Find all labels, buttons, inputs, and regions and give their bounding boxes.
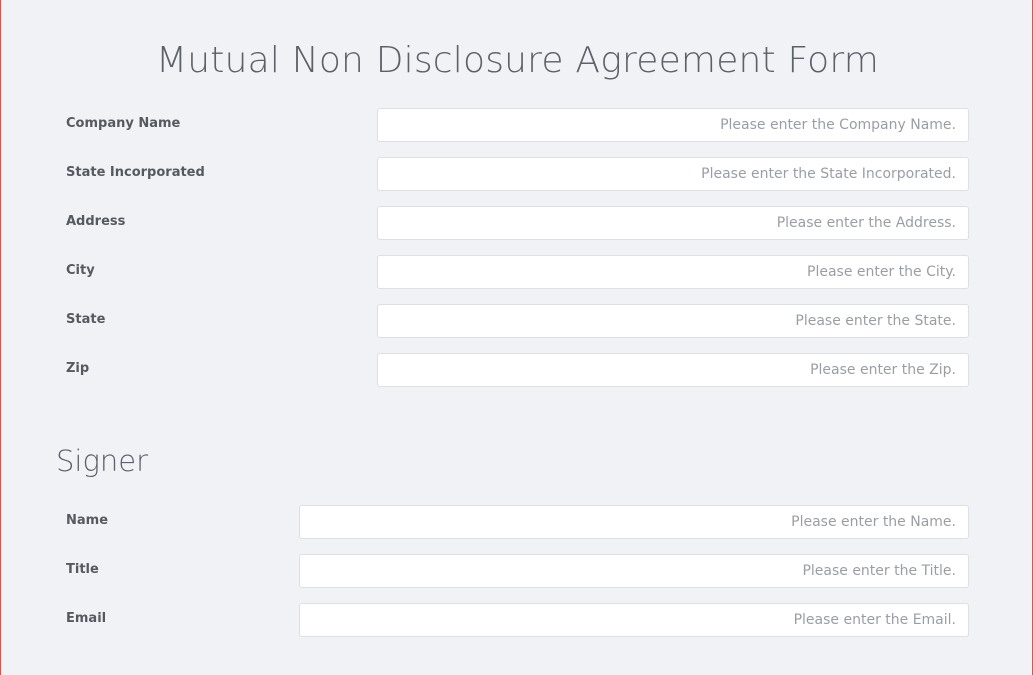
- city-label: City: [66, 263, 95, 278]
- signer-name-label: Name: [66, 513, 109, 528]
- signer-name-input[interactable]: [299, 505, 969, 539]
- zip-label: Zip: [66, 361, 90, 376]
- company-name-input[interactable]: [377, 108, 969, 142]
- signer-section-title: Signer: [56, 444, 149, 478]
- state-label: State: [66, 312, 106, 327]
- company-name-label: Company Name: [66, 116, 181, 131]
- city-input[interactable]: [377, 255, 969, 289]
- address-row: Address: [1, 206, 1033, 240]
- signer-name-row: Name: [1, 505, 1033, 539]
- address-input[interactable]: [377, 206, 969, 240]
- signer-title-input[interactable]: [299, 554, 969, 588]
- zip-input[interactable]: [377, 353, 969, 387]
- signer-email-input[interactable]: [299, 603, 969, 637]
- signer-title-row: Title: [1, 554, 1033, 588]
- company-name-row: Company Name: [1, 108, 1033, 142]
- address-label: Address: [66, 214, 126, 229]
- zip-row: Zip: [1, 353, 1033, 387]
- state-incorporated-label: State Incorporated: [66, 165, 205, 180]
- signer-email-row: Email: [1, 603, 1033, 637]
- signer-title-label: Title: [66, 562, 99, 577]
- state-incorporated-row: State Incorporated: [1, 157, 1033, 191]
- nda-form-page: Mutual Non Disclosure Agreement Form Com…: [0, 0, 1033, 675]
- state-row: State: [1, 304, 1033, 338]
- page-title: Mutual Non Disclosure Agreement Form: [155, 40, 880, 81]
- state-input[interactable]: [377, 304, 969, 338]
- city-row: City: [1, 255, 1033, 289]
- signer-email-label: Email: [66, 611, 107, 626]
- state-incorporated-input[interactable]: [377, 157, 969, 191]
